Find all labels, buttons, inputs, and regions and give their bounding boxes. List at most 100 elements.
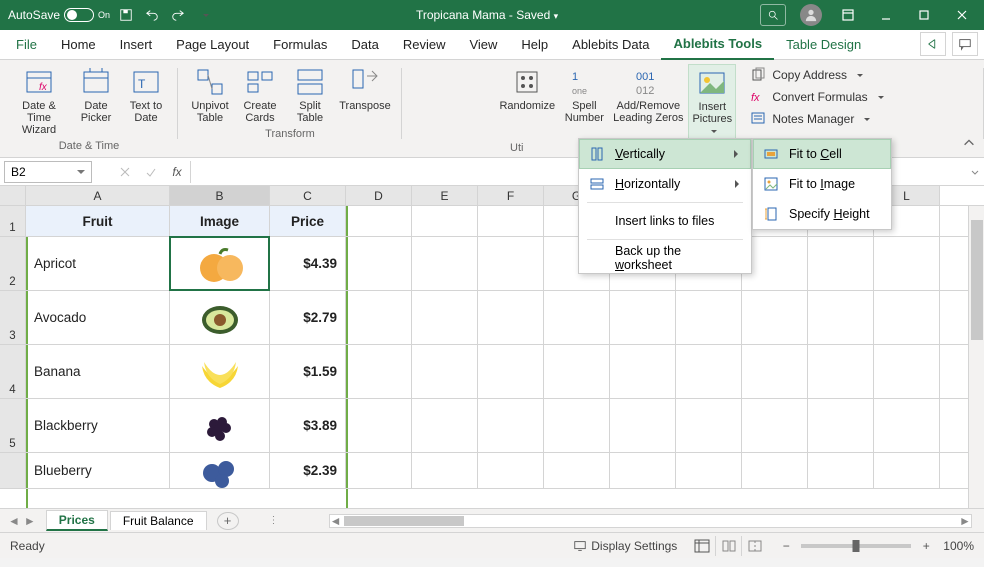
col-header-b[interactable]: B [170, 186, 270, 205]
tab-review[interactable]: Review [391, 30, 458, 60]
tab-table-design[interactable]: Table Design [774, 30, 873, 60]
tab-ablebits-tools[interactable]: Ablebits Tools [661, 30, 774, 60]
insert-pictures-button[interactable]: Insert Pictures [688, 64, 736, 140]
create-cards-button[interactable]: Create Cards [236, 64, 284, 126]
toggle-switch[interactable] [64, 8, 94, 22]
split-table-button[interactable]: Split Table [286, 64, 334, 126]
tab-data[interactable]: Data [339, 30, 390, 60]
minimize-icon[interactable] [868, 1, 904, 29]
cell-c2[interactable]: $4.39 [270, 237, 346, 290]
cell-b1[interactable]: Image [170, 206, 270, 236]
scrollbar-thumb[interactable] [344, 516, 464, 526]
enter-formula-icon[interactable] [138, 161, 164, 183]
cell-b2[interactable] [170, 237, 270, 290]
cell-a6[interactable]: Blueberry [26, 453, 170, 488]
cancel-formula-icon[interactable] [112, 161, 138, 183]
close-icon[interactable] [944, 1, 980, 29]
save-icon[interactable] [116, 5, 136, 25]
cell-b6[interactable] [170, 453, 270, 488]
notes-manager-button[interactable]: Notes Manager [744, 108, 889, 130]
text-to-date-button[interactable]: T Text to Date [122, 64, 170, 138]
spell-number-button[interactable]: 1one Spell Number [560, 64, 608, 140]
new-sheet-button[interactable]: + [217, 512, 239, 530]
redo-icon[interactable] [168, 5, 188, 25]
cell-c5[interactable]: $3.89 [270, 399, 346, 452]
account-avatar[interactable] [800, 4, 822, 26]
col-header-e[interactable]: E [412, 186, 478, 205]
name-box[interactable]: B2 [4, 161, 92, 183]
maximize-icon[interactable] [906, 1, 942, 29]
menu-vertically[interactable]: Vertically [579, 139, 751, 169]
col-header-a[interactable]: A [26, 186, 170, 205]
page-layout-view-button[interactable] [715, 536, 741, 556]
cell-a1[interactable]: Fruit [26, 206, 170, 236]
scroll-left-icon[interactable]: ◄ [330, 515, 342, 527]
autosave-toggle[interactable]: AutoSave On [8, 8, 110, 22]
tab-help[interactable]: Help [509, 30, 560, 60]
scroll-right-icon[interactable]: ► [959, 515, 971, 527]
transpose-button[interactable]: Transpose [336, 64, 394, 126]
ribbon-display-icon[interactable] [830, 1, 866, 29]
randomize-button[interactable]: Randomize [496, 64, 558, 140]
cell-a5[interactable]: Blackberry [26, 399, 170, 452]
tab-home[interactable]: Home [49, 30, 108, 60]
cell-c6[interactable]: $2.39 [270, 453, 346, 488]
col-header-c[interactable]: C [270, 186, 346, 205]
cell-c4[interactable]: $1.59 [270, 345, 346, 398]
col-header-d[interactable]: D [346, 186, 412, 205]
zoom-out-button[interactable]: − [779, 539, 793, 553]
display-settings-button[interactable]: Display Settings [573, 539, 677, 553]
menu-fit-to-image[interactable]: Fit to Image [753, 169, 891, 199]
select-all-corner[interactable] [0, 186, 26, 205]
menu-horizontally[interactable]: Horizontally [579, 169, 751, 199]
menu-insert-links[interactable]: Insert links to files [579, 206, 751, 236]
cell-a4[interactable]: Banana [26, 345, 170, 398]
scrollbar-thumb[interactable] [971, 220, 983, 340]
menu-fit-to-cell[interactable]: Fit to Cell [753, 139, 891, 169]
cell-b3[interactable] [170, 291, 270, 344]
share-button[interactable] [920, 32, 946, 56]
tab-ablebits-data[interactable]: Ablebits Data [560, 30, 661, 60]
datetime-wizard-button[interactable]: fx Date & Time Wizard [8, 64, 70, 138]
cell-b5[interactable] [170, 399, 270, 452]
tab-page-layout[interactable]: Page Layout [164, 30, 261, 60]
normal-view-button[interactable] [689, 536, 715, 556]
menu-backup[interactable]: Back up the worksheet [579, 243, 751, 273]
fx-icon[interactable]: fx [164, 161, 190, 183]
cell-b4[interactable] [170, 345, 270, 398]
convert-formulas-button[interactable]: fx Convert Formulas [744, 86, 889, 108]
cell-a3[interactable]: Avocado [26, 291, 170, 344]
worksheet-grid[interactable]: A B C D E F G H I J K L 1 Fruit Image Pr… [0, 186, 984, 508]
cell-c1[interactable]: Price [270, 206, 346, 236]
sheet-prev-icon[interactable]: ◄ [8, 514, 20, 528]
tab-view[interactable]: View [457, 30, 509, 60]
page-break-view-button[interactable] [741, 536, 767, 556]
qat-more-icon[interactable] [194, 5, 214, 25]
row-header-5[interactable]: 5 [0, 399, 26, 452]
tab-insert[interactable]: Insert [108, 30, 165, 60]
unpivot-button[interactable]: Unpivot Table [186, 64, 234, 126]
zoom-handle[interactable] [853, 540, 860, 552]
row-header-1[interactable]: 1 [0, 206, 26, 236]
search-button[interactable] [760, 4, 786, 26]
sheet-tab-prices[interactable]: Prices [46, 510, 108, 531]
cell-a2[interactable]: Apricot [26, 237, 170, 290]
zoom-slider[interactable] [801, 544, 911, 548]
sheet-next-icon[interactable]: ► [24, 514, 36, 528]
menu-specify-height[interactable]: Specify Height [753, 199, 891, 229]
zoom-in-button[interactable]: + [919, 539, 933, 553]
leading-zeros-button[interactable]: 001012 Add/Remove Leading Zeros [610, 64, 686, 140]
comments-button[interactable] [952, 32, 978, 56]
vertical-scrollbar[interactable] [968, 206, 984, 508]
tab-file[interactable]: File [4, 30, 49, 60]
date-picker-button[interactable]: Date Picker [72, 64, 120, 138]
copy-address-button[interactable]: Copy Address [744, 64, 889, 86]
row-header-4[interactable]: 4 [0, 345, 26, 398]
sheet-tab-balance[interactable]: Fruit Balance [110, 511, 207, 530]
horizontal-scrollbar[interactable]: ◄ ► [329, 514, 972, 528]
row-header-6[interactable] [0, 453, 26, 488]
row-header-3[interactable]: 3 [0, 291, 26, 344]
cell-c3[interactable]: $2.79 [270, 291, 346, 344]
undo-icon[interactable] [142, 5, 162, 25]
expand-formula-icon[interactable] [966, 166, 984, 178]
